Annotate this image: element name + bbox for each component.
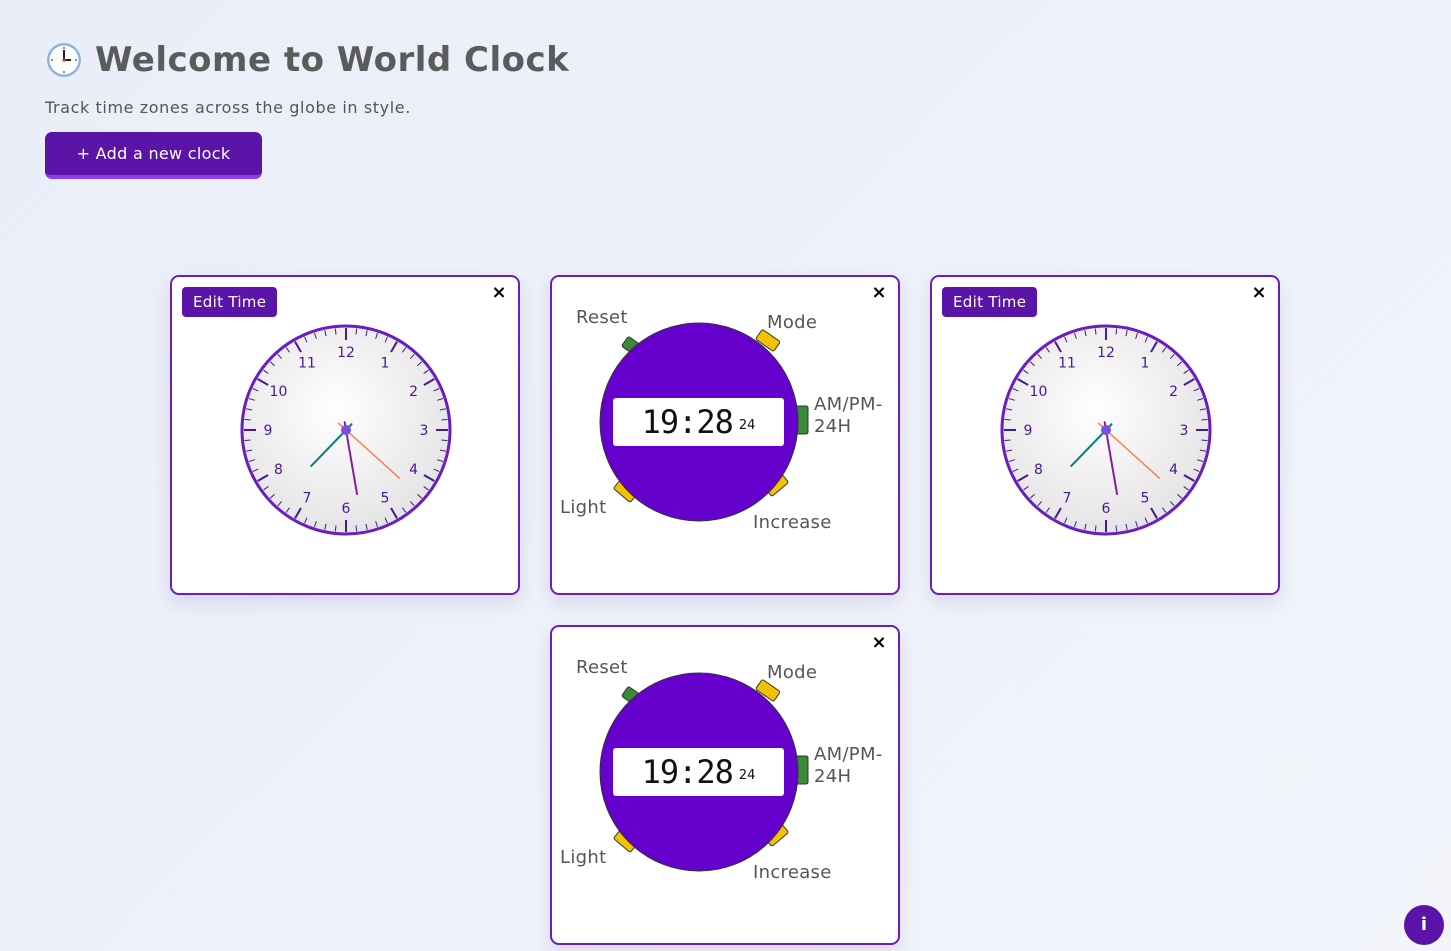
clock-numeral: 4	[409, 462, 418, 478]
clock-numeral: 11	[298, 355, 316, 371]
tick-mark	[334, 525, 337, 532]
clock-numeral: 2	[409, 384, 418, 400]
mode-label: Mode	[767, 312, 818, 333]
clock-numeral: 1	[381, 355, 390, 371]
tick-mark	[1201, 439, 1208, 442]
clock-numeral: 4	[1169, 462, 1178, 478]
digital-display: 19:28 24	[613, 398, 784, 446]
clock-icon	[47, 43, 81, 77]
mode-label: Mode	[767, 662, 818, 683]
clock-numeral: 5	[381, 491, 390, 507]
ampm-label: AM/PM-	[814, 394, 883, 415]
digital-time: 19:28	[641, 753, 734, 791]
24h-label: 24H	[814, 766, 852, 787]
clock-numeral: 6	[342, 501, 351, 517]
tick-mark	[1115, 328, 1118, 335]
clock-numeral: 5	[1141, 491, 1150, 507]
clock-numeral: 6	[1102, 501, 1111, 517]
clock-numeral: 8	[274, 462, 283, 478]
clock-numeral: 3	[420, 423, 429, 439]
clock-numeral: 8	[1034, 462, 1043, 478]
clock-center-pin	[341, 425, 351, 435]
tick-mark	[1004, 439, 1011, 442]
light-label: Light	[560, 497, 607, 518]
tick-mark	[441, 439, 448, 442]
digital-time: 19:28	[641, 403, 734, 441]
analog-clock-card: Edit Time × 12 1 2 3 4 5 6 7 8 9 10 11	[930, 275, 1280, 595]
clock-numeral: 7	[1063, 491, 1072, 507]
clock-numeral: 12	[1097, 345, 1115, 361]
tick-mark	[1201, 418, 1208, 421]
tick-mark	[244, 439, 251, 442]
title-row: Welcome to World Clock	[45, 40, 569, 80]
tick-mark	[355, 328, 358, 335]
analog-clock-face: 121234567891011	[1000, 324, 1212, 536]
close-icon[interactable]: ×	[1250, 283, 1268, 303]
tick-mark	[1004, 418, 1011, 421]
add-clock-button[interactable]: + Add a new clock	[45, 132, 262, 179]
clock-numeral: 10	[1030, 384, 1048, 400]
clock-numeral: 3	[1180, 423, 1189, 439]
info-button[interactable]: i	[1404, 905, 1444, 945]
digital-display: 19:28 24	[613, 748, 784, 796]
reset-label: Reset	[576, 657, 628, 678]
digital-clock-card: × 19:28 24 Reset Mode AM/PM- 24H Light I…	[550, 275, 900, 595]
close-icon[interactable]: ×	[490, 283, 508, 303]
page-title: Welcome to World Clock	[95, 40, 570, 80]
tick-mark	[334, 328, 337, 335]
time-format: 24	[738, 767, 756, 783]
edit-time-button[interactable]: Edit Time	[182, 287, 278, 317]
clock-numeral: 12	[337, 345, 355, 361]
time-format: 24	[738, 417, 756, 433]
tick-mark	[1094, 525, 1097, 532]
clock-numeral: 7	[303, 491, 312, 507]
ampm-label: AM/PM-	[814, 744, 883, 765]
light-label: Light	[560, 847, 607, 868]
clock-numeral: 11	[1058, 355, 1076, 371]
clock-numeral: 1	[1141, 355, 1150, 371]
clock-numeral: 9	[1024, 423, 1033, 439]
reset-label: Reset	[576, 307, 628, 328]
increase-label: Increase	[753, 862, 832, 883]
clock-numeral: 9	[264, 423, 273, 439]
clock-numeral: 10	[270, 384, 288, 400]
edit-time-button[interactable]: Edit Time	[942, 287, 1038, 317]
analog-clock-card: Edit Time × 12 1 2 3 4 5 6 7 8 9 10 11	[170, 275, 520, 595]
tick-mark	[355, 525, 358, 532]
tick-mark	[441, 418, 448, 421]
clock-numeral: 2	[1169, 384, 1178, 400]
header: Welcome to World Clock Track time zones …	[45, 40, 569, 179]
24h-label: 24H	[814, 416, 852, 437]
analog-clock-face: 121234567891011	[240, 324, 452, 536]
tick-mark	[244, 418, 251, 421]
tick-mark	[1094, 328, 1097, 335]
digital-clock-card: × 19:28 24 Reset Mode AM/PM- 24H Light I…	[550, 625, 900, 945]
clock-center-pin	[1101, 425, 1111, 435]
increase-label: Increase	[753, 512, 832, 533]
tick-mark	[1115, 525, 1118, 532]
page-subtitle: Track time zones across the globe in sty…	[45, 98, 411, 117]
